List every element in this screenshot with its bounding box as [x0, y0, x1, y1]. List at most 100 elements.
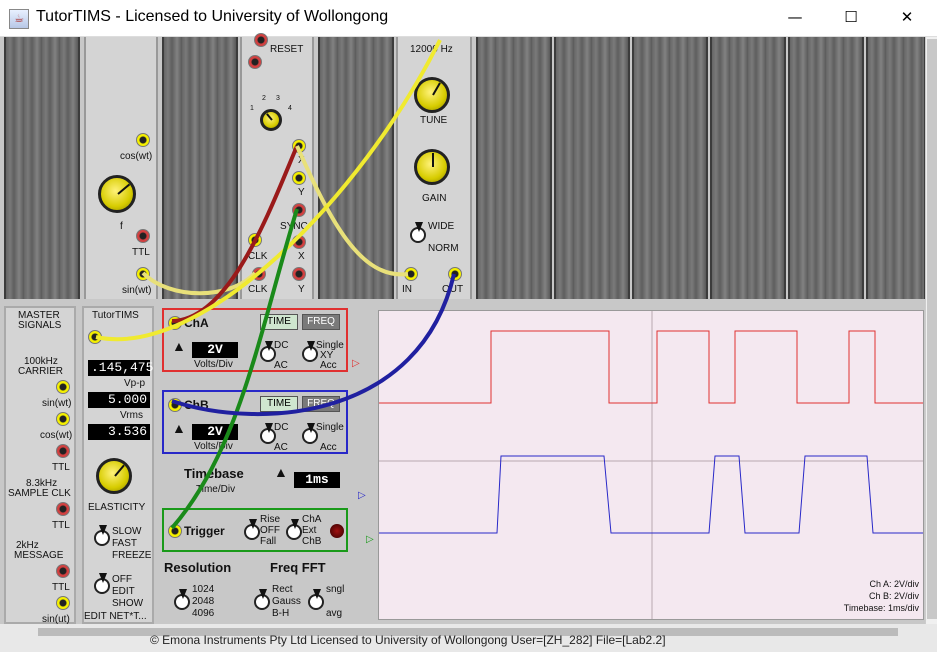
trigger-slope-switch[interactable]: [244, 519, 260, 540]
oscilloscope-screen: Ch A: 2V/div Ch B: 2V/div Timebase: 1ms/…: [378, 310, 924, 620]
cha-label: ChA: [184, 316, 209, 330]
message-ttl-socket[interactable]: [56, 564, 70, 578]
chb-marker-icon: ▷: [358, 490, 366, 501]
chb-acc-label: Acc: [320, 442, 337, 453]
off-label: OFF: [112, 574, 132, 585]
norm-label: NORM: [428, 243, 459, 254]
cha-time-button[interactable]: TIME: [260, 314, 298, 330]
time-div-label: Time/Div: [196, 484, 236, 495]
tutortims-panel: TutorTIMS .145,475 Vp-p 5.000 Vrms 3.536…: [82, 306, 154, 624]
x2-label: X: [298, 251, 305, 262]
scope-trace-plot: [379, 311, 923, 619]
empty-slot: [4, 37, 80, 299]
timebase-stepper-icon[interactable]: ▲: [274, 464, 288, 480]
carrier-sin-label: sin(wt): [42, 398, 72, 409]
cha-group: ChA TIME FREQ ▲ 2V Volts/Div DC AC Singl…: [162, 308, 348, 372]
carrier-label: CARRIER: [18, 366, 64, 377]
dial-tick-3: 3: [276, 95, 280, 102]
chb-readout: Ch B: 2V/div: [868, 591, 919, 601]
reset-socket-top[interactable]: [254, 33, 268, 47]
clk-in-socket[interactable]: [248, 233, 262, 247]
minimize-button[interactable]: —: [772, 0, 818, 34]
sample-clk-label: SAMPLE CLK: [8, 488, 71, 499]
clk2-socket[interactable]: [252, 267, 266, 281]
fft-avg-switch[interactable]: [308, 589, 324, 610]
cha-volts-stepper-icon[interactable]: ▲: [172, 338, 186, 354]
cha-marker-icon: ▷: [352, 358, 360, 369]
signals-title: SIGNALS: [18, 320, 62, 331]
close-button[interactable]: ✕: [884, 0, 930, 34]
chb-dc-label: DC: [274, 422, 289, 433]
java-app-icon: ☕: [9, 9, 29, 29]
sample-ttl-socket[interactable]: [56, 502, 70, 516]
filter-in-socket[interactable]: [404, 267, 418, 281]
filter-out-socket[interactable]: [448, 267, 462, 281]
resolution-switch[interactable]: [174, 589, 190, 610]
wide-norm-switch[interactable]: [410, 222, 426, 243]
timebase-label: Timebase: [184, 466, 244, 481]
fft-window-switch[interactable]: [254, 589, 270, 610]
gain-knob[interactable]: [414, 149, 450, 185]
frequency-knob[interactable]: [98, 175, 136, 213]
slow-label: SLOW: [112, 526, 142, 537]
y-output-socket[interactable]: [292, 171, 306, 185]
vertical-scrollbar[interactable]: [925, 37, 937, 624]
x2-socket[interactable]: [292, 235, 306, 249]
empty-slot: [554, 37, 630, 299]
elasticity-knob[interactable]: [96, 458, 132, 494]
trigger-source-switch[interactable]: [286, 519, 302, 540]
chb-group: ChB TIME FREQ ▲ 2V Volts/Div DC AC Singl…: [162, 390, 348, 454]
show-label: SHOW: [112, 598, 144, 609]
x-output-socket[interactable]: [292, 139, 306, 153]
vpp-display: 5.000: [88, 392, 150, 408]
edit-switch[interactable]: [94, 573, 110, 594]
vpp-label: Vp-p: [124, 378, 146, 389]
wide-label: WIDE: [428, 221, 455, 232]
chb-volts-stepper-icon[interactable]: ▲: [172, 420, 186, 436]
cha-input-socket[interactable]: [168, 316, 182, 330]
module-rack: cos(wt) f TTL sin(wt) RESET 1 2 3 4 X Y …: [0, 33, 926, 302]
sin-socket[interactable]: [136, 267, 150, 281]
speed-switch[interactable]: [94, 525, 110, 546]
chb-volts-div-label: Volts/Div: [194, 441, 233, 452]
dial-tick-1: 1: [250, 105, 254, 112]
cha-volts-div-label: Volts/Div: [194, 359, 233, 370]
maximize-button[interactable]: ☐: [828, 0, 874, 34]
in-label: IN: [402, 284, 412, 295]
trigger-label: Trigger: [184, 524, 225, 538]
cha-readout: Ch A: 2V/div: [869, 579, 919, 589]
status-text: © Emona Instruments Pty Ltd Licensed to …: [150, 633, 666, 647]
out-label: OUT: [442, 284, 464, 295]
cha-dc-label: DC: [274, 340, 289, 351]
cos-socket[interactable]: [136, 133, 150, 147]
ttl-socket[interactable]: [136, 229, 150, 243]
message-ttl-label: TTL: [52, 582, 70, 593]
res-2048: 2048: [192, 596, 215, 607]
reset-socket[interactable]: [248, 55, 262, 69]
trigger-input-socket[interactable]: [168, 524, 182, 538]
cha-ac-label: AC: [274, 360, 288, 371]
sync-socket[interactable]: [292, 203, 306, 217]
message-sin-socket[interactable]: [56, 596, 70, 610]
sin-label: sin(wt): [122, 285, 152, 296]
cha-freq-button[interactable]: FREQ: [302, 314, 340, 330]
chb-input-socket[interactable]: [168, 398, 182, 412]
tune-knob[interactable]: [414, 77, 450, 113]
rise-label: Rise: [260, 514, 281, 525]
meter-input-socket[interactable]: [88, 330, 102, 344]
res-4096: 4096: [192, 608, 215, 619]
frequency-readout: 12000 Hz: [410, 44, 453, 55]
chb-time-button[interactable]: TIME: [260, 396, 298, 412]
carrier-sin-socket[interactable]: [56, 380, 70, 394]
empty-slot: [710, 37, 786, 299]
range-selector-knob[interactable]: [260, 109, 282, 131]
chb-volts-display: 2V: [192, 424, 238, 440]
tutortims-title: TutorTIMS: [92, 310, 139, 321]
scroll-thumb[interactable]: [927, 39, 937, 619]
carrier-ttl-socket[interactable]: [56, 444, 70, 458]
carrier-cos-socket[interactable]: [56, 412, 70, 426]
vrms-label: Vrms: [120, 410, 143, 421]
y2-socket[interactable]: [292, 267, 306, 281]
chb-freq-button[interactable]: FREQ: [302, 396, 340, 412]
freeze-label: FREEZE: [112, 550, 152, 561]
